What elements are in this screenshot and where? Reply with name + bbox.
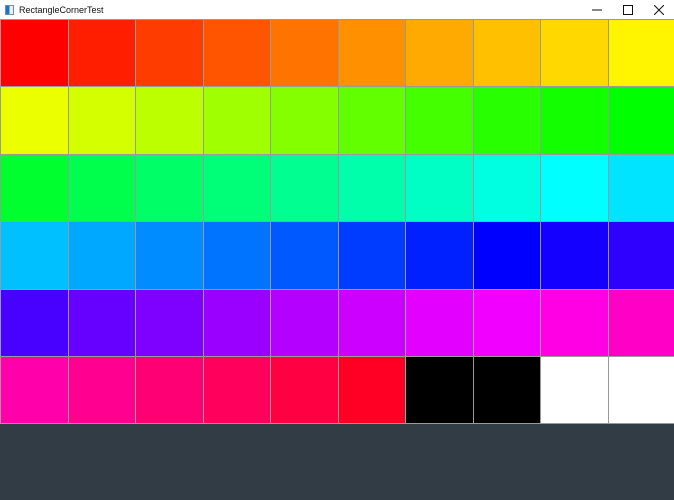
color-rectangle	[0, 19, 69, 88]
canvas-area[interactable]	[0, 19, 674, 500]
color-rectangle	[540, 288, 609, 357]
color-rectangle	[135, 86, 204, 155]
window-app-icon	[5, 5, 14, 15]
color-rectangle	[67, 86, 136, 155]
color-rectangle-grid	[0, 19, 674, 425]
color-rectangle	[405, 153, 474, 223]
color-rectangle	[270, 19, 339, 88]
color-rectangle	[540, 221, 609, 290]
minimize-button[interactable]	[581, 0, 612, 20]
color-rectangle	[540, 19, 609, 88]
color-rectangle	[405, 288, 474, 357]
color-rectangle	[405, 221, 474, 290]
window-controls	[581, 0, 674, 20]
color-rectangle	[67, 221, 136, 290]
window-title: RectangleCornerTest	[19, 5, 104, 15]
color-rectangle	[270, 356, 339, 425]
color-rectangle	[472, 19, 541, 88]
color-rectangle	[405, 19, 474, 88]
color-rectangle	[0, 288, 69, 357]
color-rectangle	[405, 356, 474, 425]
color-rectangle	[135, 153, 204, 223]
color-rectangle	[607, 86, 674, 155]
color-rectangle	[337, 153, 406, 223]
color-rectangle	[472, 153, 541, 223]
color-rectangle	[337, 221, 406, 290]
color-rectangle	[337, 86, 406, 155]
close-button[interactable]	[643, 0, 674, 20]
color-rectangle	[472, 221, 541, 290]
app-window: RectangleCornerTest	[0, 0, 674, 500]
color-rectangle	[0, 86, 69, 155]
color-rectangle	[337, 19, 406, 88]
color-rectangle	[202, 356, 271, 425]
maximize-button[interactable]	[612, 0, 643, 20]
maximize-icon	[622, 5, 633, 15]
minimize-icon	[591, 9, 602, 11]
color-rectangle	[202, 288, 271, 357]
color-rectangle	[540, 86, 609, 155]
color-rectangle	[607, 288, 674, 357]
color-rectangle	[607, 221, 674, 290]
color-rectangle	[270, 288, 339, 357]
color-rectangle	[135, 288, 204, 357]
color-rectangle	[607, 19, 674, 88]
color-rectangle	[202, 86, 271, 155]
color-rectangle	[0, 221, 69, 290]
color-rectangle	[405, 86, 474, 155]
color-rectangle	[270, 221, 339, 290]
color-rectangle	[472, 86, 541, 155]
color-rectangle	[337, 356, 406, 425]
color-rectangle	[472, 356, 541, 425]
color-rectangle	[202, 19, 271, 88]
color-rectangle	[270, 153, 339, 223]
color-rectangle	[135, 356, 204, 425]
color-rectangle	[67, 288, 136, 357]
color-rectangle	[135, 19, 204, 88]
color-rectangle	[67, 153, 136, 223]
close-icon	[653, 5, 664, 15]
color-rectangle	[0, 356, 69, 425]
color-rectangle	[607, 153, 674, 223]
color-rectangle	[67, 356, 136, 425]
color-rectangle	[135, 221, 204, 290]
color-rectangle	[607, 356, 674, 425]
color-rectangle	[337, 288, 406, 357]
color-rectangle	[472, 288, 541, 357]
color-rectangle	[270, 86, 339, 155]
color-rectangle	[67, 19, 136, 88]
title-bar[interactable]: RectangleCornerTest	[0, 0, 674, 20]
color-rectangle	[540, 356, 609, 425]
color-rectangle	[540, 153, 609, 223]
color-rectangle	[0, 153, 69, 223]
color-rectangle	[202, 153, 271, 223]
color-rectangle	[202, 221, 271, 290]
